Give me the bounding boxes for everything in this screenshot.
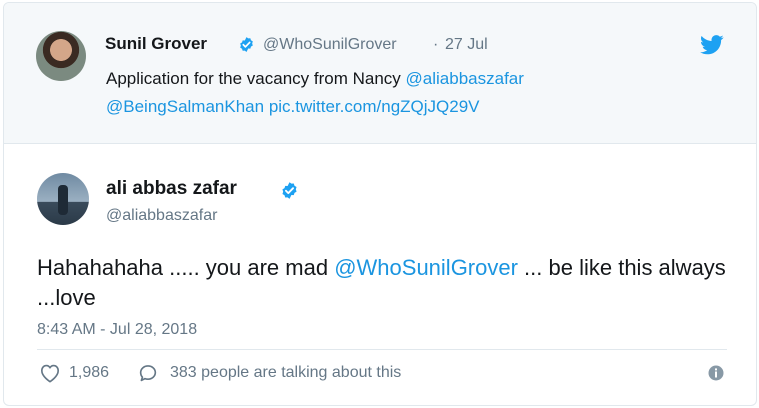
quoted-tweet-date[interactable]: 27 Jul xyxy=(445,36,488,54)
tweet-embed-card: Sunil Grover @WhoSunilGrover · 27 Jul Ap… xyxy=(3,2,757,406)
separator-dot: · xyxy=(433,36,439,53)
talking-about-this-link[interactable]: 383 people are talking about this xyxy=(170,364,401,382)
mention-beingsalmankhan[interactable]: @BeingSalmanKhan xyxy=(106,97,264,116)
ali-abbas-zafar-avatar[interactable] xyxy=(37,173,89,225)
main-tweet-text: Hahahahaha ..... you are mad @WhoSunilGr… xyxy=(37,253,737,313)
quoted-tweet-text-line2: @BeingSalmanKhan pic.twitter.com/ngZQjJQ… xyxy=(106,97,480,117)
quoted-tweet[interactable]: Sunil Grover @WhoSunilGrover · 27 Jul Ap… xyxy=(4,3,756,144)
quoted-text-prefix: Application for the vacancy from Nancy xyxy=(106,69,406,88)
mention-whosunilgrover[interactable]: @WhoSunilGrover xyxy=(334,255,518,280)
quoted-author-name[interactable]: Sunil Grover xyxy=(105,34,207,54)
twitter-bird-icon[interactable] xyxy=(700,35,724,55)
verified-badge-icon xyxy=(282,182,297,199)
main-author-handle[interactable]: @aliabbaszafar xyxy=(106,207,217,225)
mention-aliabbaszafar[interactable]: @aliabbaszafar xyxy=(406,69,524,88)
heart-icon[interactable] xyxy=(39,363,61,383)
divider xyxy=(37,349,727,350)
like-count[interactable]: 1,986 xyxy=(69,364,109,382)
main-author-name[interactable]: ali abbas zafar xyxy=(106,178,237,200)
main-text-before: Hahahahaha ..... you are mad xyxy=(37,255,335,280)
quoted-tweet-text-line1: Application for the vacancy from Nancy @… xyxy=(106,69,524,89)
sunil-grover-avatar[interactable] xyxy=(36,31,86,81)
comment-icon[interactable] xyxy=(137,362,159,384)
tweet-timestamp[interactable]: 8:43 AM - Jul 28, 2018 xyxy=(37,321,197,339)
info-icon[interactable] xyxy=(708,365,724,381)
verified-badge-icon xyxy=(240,37,253,52)
quoted-author-handle[interactable]: @WhoSunilGrover xyxy=(263,36,397,54)
pic-link[interactable]: pic.twitter.com/ngZQjJQ29V xyxy=(269,97,480,116)
